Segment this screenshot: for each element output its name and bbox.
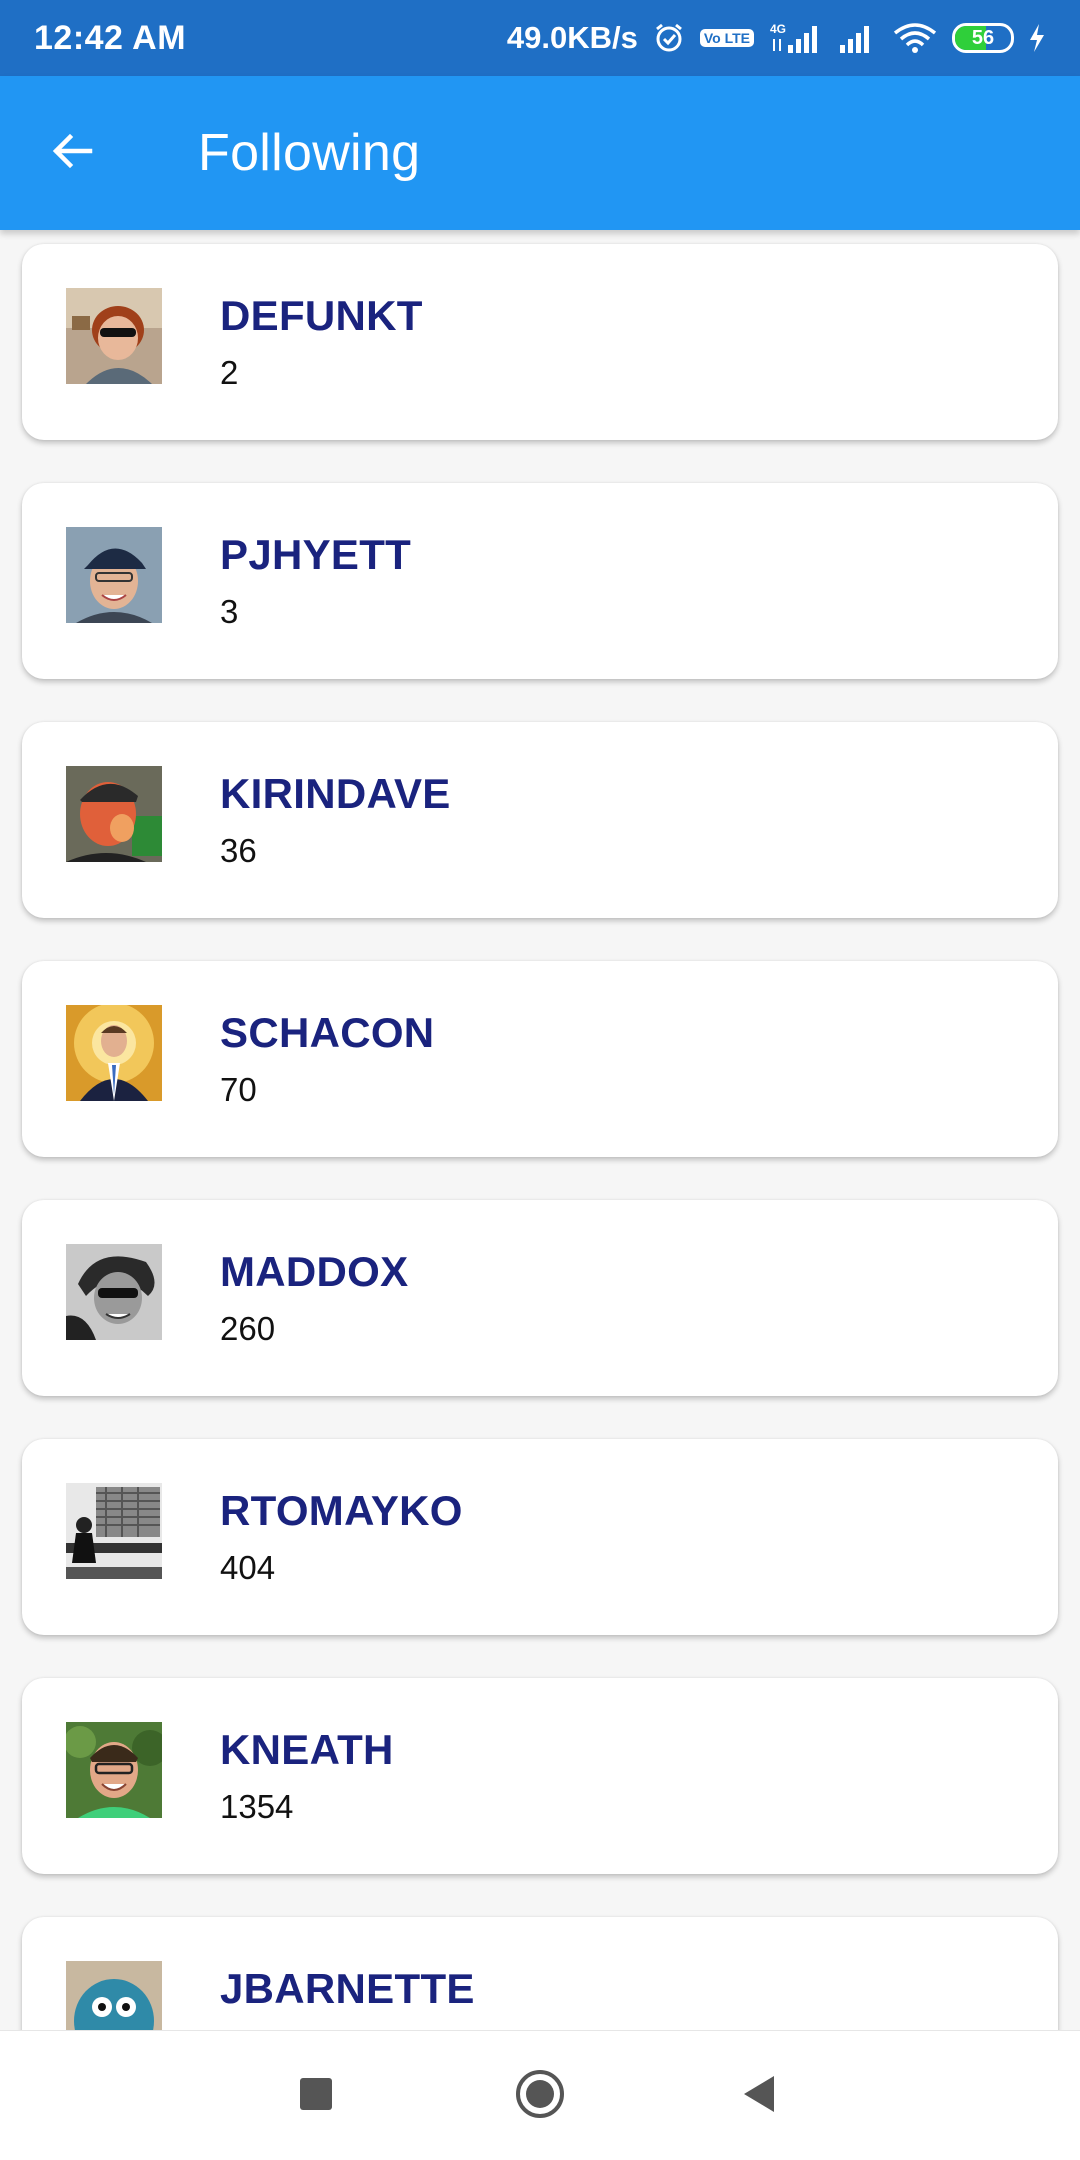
- list-item[interactable]: KNEATH 1354: [22, 1678, 1058, 1874]
- list-item[interactable]: JBARNETTE: [22, 1917, 1058, 2030]
- status-time: 12:42 AM: [34, 18, 187, 57]
- status-bar: 12:42 AM 49.0KB/s Vo LTE 4G 56: [0, 0, 1080, 76]
- status-indicators: 49.0KB/s Vo LTE 4G 56: [507, 20, 1046, 56]
- network-speed: 49.0KB/s: [506, 20, 638, 55]
- home-button[interactable]: [508, 2064, 572, 2128]
- charging-icon: [1028, 23, 1046, 53]
- arrow-back-icon: [48, 127, 96, 180]
- username: KIRINDAVE: [220, 770, 451, 817]
- username: JBARNETTE: [220, 1965, 475, 2012]
- avatar: [66, 1005, 162, 1101]
- username: PJHYETT: [220, 531, 412, 578]
- back-button[interactable]: [40, 121, 104, 185]
- user-id: 404: [220, 1549, 276, 1586]
- wifi-icon: [892, 21, 938, 55]
- battery-level: 56: [971, 26, 995, 49]
- following-list: DEFUNKT 2 PJHYETT 3 KIRINDAVE 36 SCHACON…: [0, 230, 1080, 2030]
- signal-icon: [838, 21, 878, 55]
- user-id: 2: [220, 354, 239, 391]
- avatar: [66, 766, 162, 862]
- list-item[interactable]: DEFUNKT 2: [22, 244, 1058, 440]
- avatar: [66, 288, 162, 384]
- list-item[interactable]: PJHYETT 3: [22, 483, 1058, 679]
- user-id: 260: [220, 1310, 276, 1347]
- battery-icon: 56: [952, 23, 1014, 53]
- avatar: [66, 1244, 162, 1340]
- alarm-icon: [652, 21, 686, 55]
- signal-4g-icon: 4G: [768, 21, 824, 55]
- back-triangle-icon: [740, 2074, 780, 2119]
- screen: 12:42 AM 49.0KB/s Vo LTE 4G 56 Following…: [0, 0, 1080, 2160]
- volte-icon: Vo LTE: [699, 29, 754, 47]
- app-bar: Following: [0, 76, 1080, 230]
- username: KNEATH: [220, 1726, 394, 1773]
- home-icon: [514, 2068, 566, 2125]
- username: SCHACON: [220, 1009, 435, 1056]
- username: DEFUNKT: [220, 292, 423, 339]
- user-id: 70: [220, 1071, 257, 1108]
- system-back-button[interactable]: [728, 2064, 792, 2128]
- user-id: 1354: [220, 1788, 294, 1825]
- page-title: Following: [198, 124, 421, 182]
- avatar: [66, 1961, 162, 2030]
- list-item[interactable]: MADDOX 260: [22, 1200, 1058, 1396]
- user-id: 36: [220, 832, 257, 869]
- user-id: 3: [220, 593, 239, 630]
- system-nav-bar: [0, 2030, 1080, 2160]
- network-type-label: 4G: [770, 22, 786, 36]
- avatar: [66, 1483, 162, 1579]
- username: MADDOX: [220, 1248, 409, 1295]
- recent-apps-button[interactable]: [284, 2064, 348, 2128]
- list-item[interactable]: SCHACON 70: [22, 961, 1058, 1157]
- username: RTOMAYKO: [220, 1487, 463, 1534]
- recent-apps-icon: [298, 2076, 334, 2117]
- avatar: [66, 527, 162, 623]
- list-item[interactable]: KIRINDAVE 36: [22, 722, 1058, 918]
- list-item[interactable]: RTOMAYKO 404: [22, 1439, 1058, 1635]
- avatar: [66, 1722, 162, 1818]
